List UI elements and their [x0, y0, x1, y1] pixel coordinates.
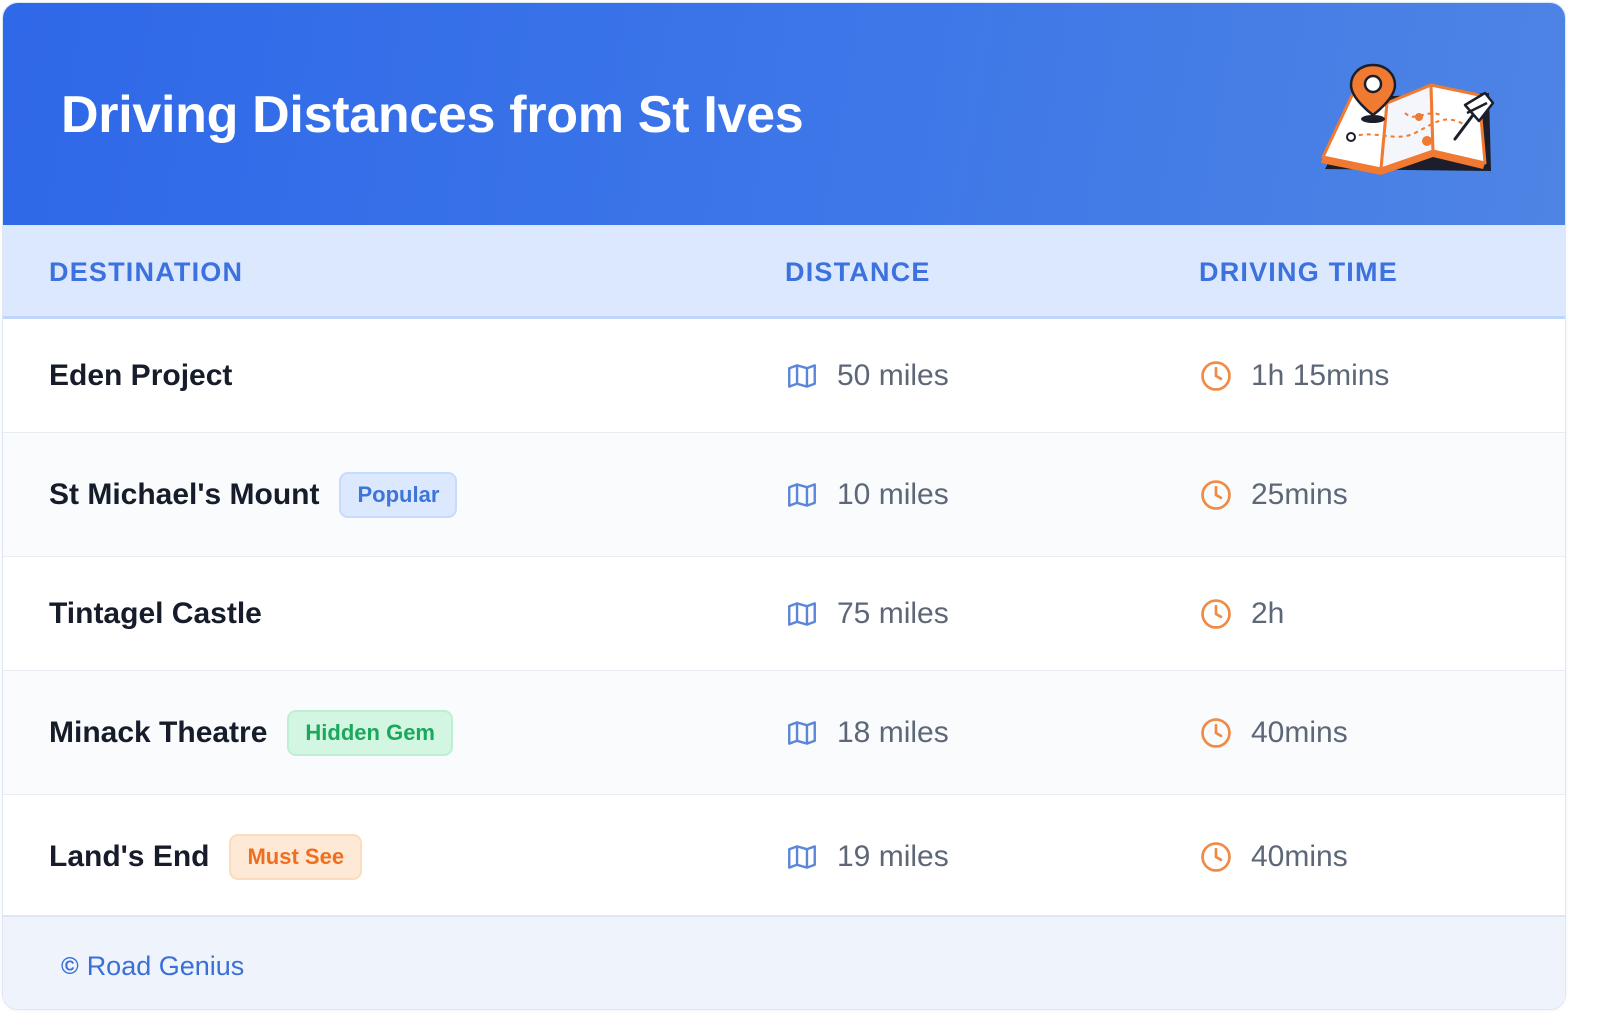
time-cell: 40mins	[1199, 795, 1348, 918]
destination-name: Eden Project	[49, 358, 233, 392]
page-title: Driving Distances from St Ives	[61, 86, 804, 144]
credit-link[interactable]: © Road Genius	[61, 951, 244, 982]
distance-value: 75 miles	[837, 596, 949, 630]
clock-icon	[1199, 597, 1233, 631]
card-header: Driving Distances from St Ives	[3, 3, 1565, 225]
distance-cell: 50 miles	[785, 319, 949, 432]
time-value: 40mins	[1251, 715, 1348, 749]
column-header-destination[interactable]: DESTINATION	[49, 257, 243, 288]
distance-cell: 19 miles	[785, 795, 949, 918]
destination-name: St Michael's Mount	[49, 477, 320, 511]
table-row[interactable]: St Michael's Mount Popular 10 miles 25mins	[3, 433, 1565, 557]
table-row[interactable]: Tintagel Castle 75 miles 2h	[3, 557, 1565, 671]
map-icon	[785, 478, 819, 512]
card-footer: © Road Genius	[3, 915, 1565, 1009]
status-badge: Popular	[339, 471, 458, 518]
distance-cell: 10 miles	[785, 433, 949, 556]
clock-icon	[1199, 716, 1233, 750]
destination-cell: St Michael's Mount Popular	[49, 433, 458, 556]
status-badge: Must See	[229, 833, 363, 880]
table-row[interactable]: Eden Project 50 miles 1h 15mins	[3, 319, 1565, 433]
distance-value: 50 miles	[837, 358, 949, 392]
time-cell: 2h	[1199, 557, 1284, 670]
destination-cell: Minack Theatre Hidden Gem	[49, 671, 453, 794]
status-badge: Hidden Gem	[287, 709, 453, 756]
destination-name: Land's End	[49, 839, 210, 873]
map-pin-illustration-icon	[1321, 63, 1495, 175]
distance-cell: 18 miles	[785, 671, 949, 794]
clock-icon	[1199, 478, 1233, 512]
clock-icon	[1199, 840, 1233, 874]
distance-value: 18 miles	[837, 715, 949, 749]
time-value: 25mins	[1251, 477, 1348, 511]
time-cell: 40mins	[1199, 671, 1348, 794]
table-row[interactable]: Minack Theatre Hidden Gem 18 miles 40mins	[3, 671, 1565, 795]
clock-icon	[1199, 359, 1233, 393]
distance-card: Driving Distances from St Ives DESTINATI…	[2, 2, 1566, 1010]
destination-cell: Tintagel Castle	[49, 557, 262, 670]
destination-cell: Eden Project	[49, 319, 232, 432]
distance-cell: 75 miles	[785, 557, 949, 670]
map-icon	[785, 716, 819, 750]
time-value: 1h 15mins	[1251, 358, 1390, 392]
column-header-distance[interactable]: DISTANCE	[785, 257, 931, 288]
map-icon	[785, 359, 819, 393]
copyright-icon: ©	[61, 952, 79, 980]
column-header-driving-time[interactable]: DRIVING TIME	[1199, 257, 1398, 288]
map-icon	[785, 597, 819, 631]
time-cell: 1h 15mins	[1199, 319, 1389, 432]
distance-value: 19 miles	[837, 839, 949, 873]
destination-name: Tintagel Castle	[49, 596, 262, 630]
destination-cell: Land's End Must See	[49, 795, 363, 918]
time-cell: 25mins	[1199, 433, 1348, 556]
time-value: 40mins	[1251, 839, 1348, 873]
credit-label: Road Genius	[86, 951, 245, 981]
distance-value: 10 miles	[837, 477, 949, 511]
destination-name: Minack Theatre	[49, 715, 268, 749]
map-icon	[785, 840, 819, 874]
table-row[interactable]: Land's End Must See 19 miles 40mins	[3, 795, 1565, 919]
table-header: DESTINATION DISTANCE DRIVING TIME	[3, 225, 1565, 319]
time-value: 2h	[1251, 596, 1285, 630]
